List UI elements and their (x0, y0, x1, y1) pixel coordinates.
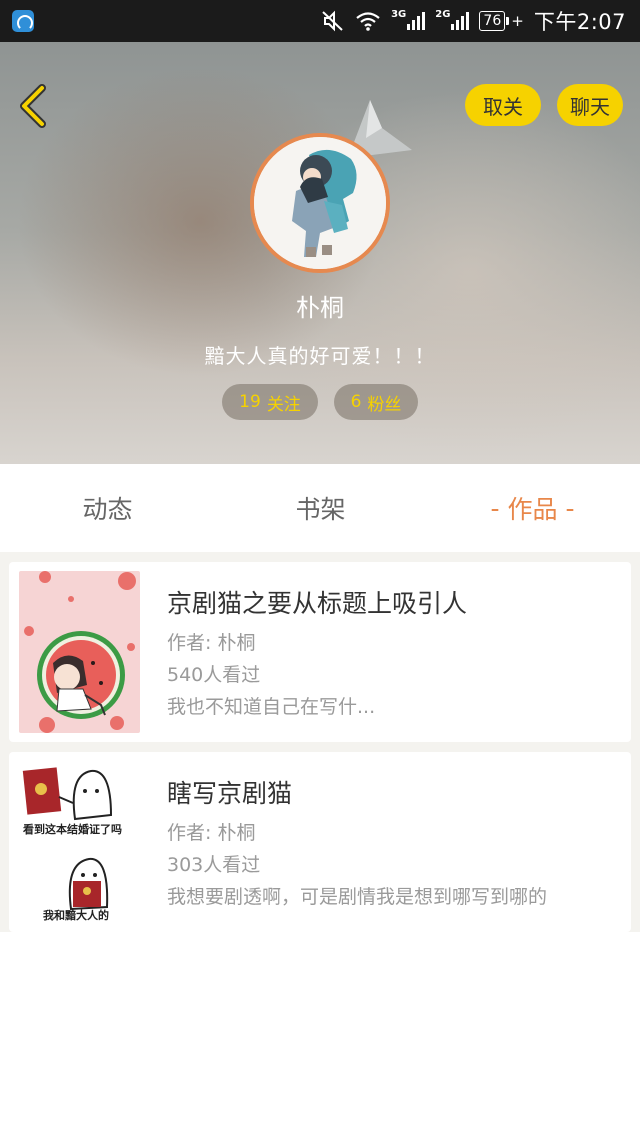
work-title: 京剧猫之要从标题上吸引人 (167, 589, 468, 618)
tab-bookshelf[interactable]: 书架 (263, 464, 378, 552)
fans-count: 6 (350, 392, 362, 412)
avatar[interactable] (250, 133, 390, 273)
avatar-image (254, 137, 386, 269)
battery-level: 76 (479, 11, 506, 31)
mute-icon (321, 10, 345, 32)
work-view-count: 540人看过 (167, 664, 261, 686)
profile-name: 朴桐 (296, 294, 344, 322)
tab-label: 作品 (507, 495, 558, 524)
work-cover-image: 看到这本结婚证了吗 我和黯大人的 (19, 761, 140, 923)
work-cover-image (19, 571, 140, 733)
work-description: 我想要剧透啊，可是剧情我是想到哪写到哪的 (167, 886, 548, 908)
status-time: 下午2:07 (533, 10, 626, 34)
following-count-button[interactable]: 19 关注 (222, 384, 318, 420)
unfollow-button[interactable]: 取关 (465, 84, 541, 126)
following-count: 19 (239, 392, 261, 412)
tab-works[interactable]: - 作品 - (470, 464, 595, 552)
work-card[interactable]: 京剧猫之要从标题上吸引人 作者: 朴桐 540人看过 我也不知道自己在写什... (9, 562, 631, 742)
signal-icon: 3G (391, 8, 426, 30)
cover-caption-top: 看到这本结婚证了吗 (23, 823, 122, 836)
status-icons: 3G 2G 76 + 下午2:07 (321, 0, 626, 42)
work-card[interactable]: 看到这本结婚证了吗 我和黯大人的 瞎写京剧猫 作者: 朴桐 303人看过 我想要… (9, 752, 631, 932)
fans-count-button[interactable]: 6 粉丝 (334, 384, 418, 420)
cover-caption-bottom: 我和黯大人的 (43, 909, 109, 922)
following-label: 关注 (266, 394, 301, 415)
work-author: 作者: 朴桐 (167, 632, 256, 654)
profile-bio: 黯大人真的好可爱！！！ (204, 344, 436, 368)
profile-header: 取关 聊天 朴桐 黯大人真的好可爱！！！ 19 关注 6 粉丝 (0, 42, 640, 464)
network-type-1: 3G (391, 8, 407, 20)
work-description: 我也不知道自己在写什... (167, 696, 376, 718)
work-title: 瞎写京剧猫 (167, 779, 293, 808)
back-button[interactable] (12, 82, 56, 130)
active-tab-dash-right: - (565, 493, 575, 523)
work-view-count: 303人看过 (167, 854, 261, 876)
work-author: 作者: 朴桐 (167, 822, 256, 844)
app-icon (12, 10, 34, 32)
active-tab-dash-left: - (490, 493, 500, 523)
tab-label: 书架 (295, 495, 346, 524)
tab-label: 动态 (82, 495, 133, 524)
tab-feed[interactable]: 动态 (50, 464, 165, 552)
battery-icon: 76 + (479, 11, 524, 31)
chevron-left-icon (20, 84, 46, 128)
chat-button[interactable]: 聊天 (557, 84, 623, 126)
network-type-2: 2G (435, 8, 451, 20)
status-bar: 3G 2G 76 + 下午2:07 (0, 0, 640, 42)
signal-icon: 2G (435, 8, 470, 30)
profile-tabs: 动态 书架 - 作品 - (0, 464, 640, 552)
wifi-icon (355, 10, 381, 32)
fans-label: 粉丝 (367, 394, 402, 415)
